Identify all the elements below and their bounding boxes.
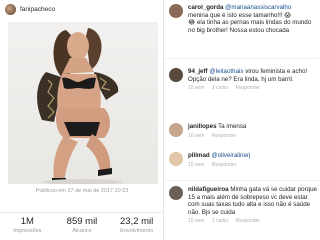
comment-text: menina que é isto esse tamanho!!!	[188, 11, 283, 19]
stat-impressions: 1M Impressões	[1, 216, 53, 240]
comment-body: 94_jeff @leitaothais virou feminista e a…	[188, 68, 317, 93]
divider	[165, 58, 319, 59]
comment-body: carol_gorda @mariaanassiscarvalho menina…	[188, 4, 317, 34]
comment-mention[interactable]: @mariaanassiscarvalho	[225, 4, 291, 11]
comment-handle[interactable]: carol_gorda	[188, 4, 223, 11]
comment-mention[interactable]: @oliveiralinerj	[211, 152, 250, 159]
comment-handle[interactable]: 94_jeff	[188, 68, 208, 75]
avatar[interactable]	[169, 68, 183, 82]
comment-meta: 10 sem 1 curtiu Responder	[188, 85, 317, 93]
comment-handle[interactable]: janillopes	[188, 123, 217, 130]
comment-body: pllimad @oliveiralinerj 10 sem Responder	[188, 152, 317, 169]
comment-item: janillopes Ta imensa 10 sem Responder	[169, 123, 317, 147]
comment-meta: 10 sem Responder	[188, 162, 317, 170]
comment-reply: ela tinha as pernas mais lindas do mundo…	[188, 19, 312, 34]
comment-likes[interactable]: 1 curtiu	[212, 218, 228, 224]
stat-value: 1M	[20, 216, 34, 227]
comments-panel: carol_gorda @mariaanassiscarvalho menina…	[165, 0, 319, 240]
stat-reach: 859 mil Alcance	[56, 216, 108, 240]
reply-link[interactable]: Responder	[212, 162, 236, 168]
reply-link[interactable]: Responder	[212, 133, 236, 139]
comment-mention[interactable]: @leitaothais	[209, 68, 243, 75]
avatar[interactable]	[169, 152, 183, 166]
woman-photo-illustration	[37, 28, 123, 184]
stat-label: Impressões	[13, 228, 42, 234]
stat-value: 859 mil	[66, 216, 98, 227]
avatar[interactable]	[169, 186, 183, 200]
comment-text: Ta imensa	[218, 123, 247, 130]
reply-link[interactable]: Responder	[236, 218, 260, 224]
comment-body: janillopes Ta imensa 10 sem Responder	[188, 123, 317, 140]
comment-item: nildafigueiroa Minha gata vá se cuidar p…	[169, 186, 317, 238]
avatar[interactable]	[5, 3, 16, 15]
comment-item: pllimad @oliveiralinerj 10 sem Responder	[169, 152, 317, 176]
stat-value: 23,2 mil	[120, 216, 154, 227]
avatar[interactable]	[169, 123, 183, 137]
stat-engagement: 23,2 mil Envolvimento	[111, 216, 163, 240]
avatar[interactable]	[169, 4, 183, 18]
post-username[interactable]: fanipacheco	[20, 6, 55, 13]
post-photo[interactable]	[8, 22, 158, 184]
comment-handle[interactable]: pllimad	[188, 152, 210, 159]
stat-label: Alcance	[72, 228, 92, 234]
comment-time: 10 sem	[188, 85, 205, 92]
reply-link[interactable]: Responder	[236, 85, 260, 91]
comment-time: 10 sem	[188, 218, 205, 225]
comment-item: carol_gorda @mariaanassiscarvalho menina…	[169, 4, 317, 56]
comment-time: 10 sem	[188, 161, 205, 168]
divider	[165, 180, 319, 181]
face-emoji-icon: 😂	[188, 19, 196, 27]
stat-label: Envolvimento	[120, 228, 154, 234]
comment-meta: 10 sem 1 curtiu Responder	[188, 218, 317, 226]
face-emoji-icon: 😱	[284, 11, 291, 19]
comment-likes[interactable]: 1 curtiu	[212, 85, 228, 91]
post-card: fanipacheco Publicou em 27 de mai de 201…	[0, 0, 164, 240]
comment-item: 94_jeff @leitaothais virou feminista e a…	[169, 68, 317, 120]
post-timestamp: Publicou em 27 de mai de 2017 10:23	[35, 188, 129, 194]
comment-body: nildafigueiroa Minha gata vá se cuidar p…	[188, 186, 317, 226]
post-stats: 1M Impressões 859 mil Alcance 23,2 mil E…	[0, 212, 164, 240]
comment-handle[interactable]: nildafigueiroa	[188, 186, 229, 193]
post-header: fanipacheco	[0, 0, 164, 18]
comment-time: 10 sem	[188, 132, 205, 139]
comment-meta: 10 sem Responder	[188, 133, 317, 141]
